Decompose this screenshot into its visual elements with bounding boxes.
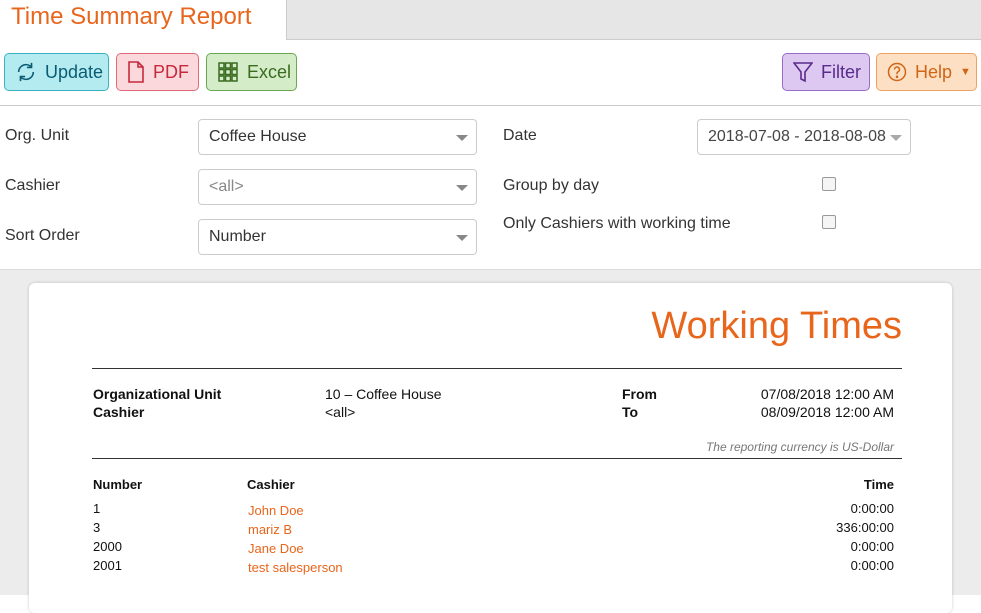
toolbar-divider [0, 105, 981, 106]
to-value: 08/09/2018 12:00 AM [760, 404, 894, 420]
column-header-cashier: Cashier [247, 477, 295, 492]
dropdown-arrow-icon [456, 185, 468, 191]
report-title: Working Times [651, 305, 902, 347]
refresh-icon [15, 61, 37, 83]
pdf-button[interactable]: PDF [116, 53, 199, 91]
org-unit-meta-label: Organizational Unit [93, 386, 222, 402]
date-label: Date [503, 127, 537, 144]
page-title: Time Summary Report [11, 3, 252, 30]
currency-note: The reporting currency is US-Dollar [705, 440, 894, 454]
org-unit-meta-value: 10 – Coffee House [325, 386, 442, 402]
row-number: 1 [93, 501, 101, 516]
document-icon [127, 61, 145, 83]
date-range-value: 2018-07-08 - 2018-08-08 [708, 128, 886, 145]
sort-order-value: Number [209, 228, 266, 245]
row-number: 2000 [93, 539, 122, 554]
sort-order-select[interactable]: Number [198, 219, 477, 255]
row-number: 2001 [93, 558, 122, 573]
row-time: 0:00:00 [850, 558, 894, 573]
cashier-meta-label: Cashier [93, 404, 145, 420]
group-by-day-checkbox[interactable] [822, 177, 836, 191]
caret-down-icon: ▼ [960, 66, 971, 78]
cashier-meta-value: <all> [325, 404, 356, 420]
table-rule [92, 458, 902, 459]
dropdown-arrow-icon [456, 135, 468, 141]
to-label: To [622, 404, 639, 420]
from-value: 07/08/2018 12:00 AM [760, 386, 894, 402]
question-icon [887, 62, 907, 82]
only-cashiers-label: Only Cashiers with working time [503, 215, 731, 232]
row-time: 0:00:00 [850, 501, 894, 516]
excel-button[interactable]: Excel [206, 53, 297, 91]
group-by-day-label: Group by day [503, 177, 600, 194]
help-button[interactable]: Help ▼ [876, 53, 977, 91]
org-unit-select[interactable]: Coffee House [198, 119, 477, 155]
tab-time-summary-report[interactable]: Time Summary Report [0, 0, 287, 40]
cashier-link[interactable]: Jane Doe [248, 541, 304, 556]
from-label: From [622, 386, 657, 402]
column-header-number: Number [93, 477, 143, 492]
update-label: Update [45, 61, 104, 82]
excel-label: Excel [247, 61, 292, 82]
row-time: 336:00:00 [836, 520, 894, 535]
pdf-label: PDF [153, 61, 189, 82]
cashier-label: Cashier [5, 177, 61, 194]
cashier-link[interactable]: test salesperson [248, 560, 343, 575]
cashier-value: <all> [209, 178, 244, 195]
cashier-link[interactable]: John Doe [248, 503, 304, 518]
cashier-select[interactable]: <all> [198, 169, 477, 205]
org-unit-label: Org. Unit [5, 127, 70, 144]
update-button[interactable]: Update [4, 53, 109, 91]
help-label: Help [915, 61, 953, 82]
grid-icon [217, 61, 239, 83]
dropdown-arrow-icon [890, 135, 902, 141]
column-header-time: Time [863, 477, 894, 492]
sort-order-label: Sort Order [5, 227, 80, 244]
org-unit-value: Coffee House [209, 128, 307, 145]
row-time: 0:00:00 [850, 539, 894, 554]
filter-icon [793, 61, 813, 83]
date-range-picker[interactable]: 2018-07-08 - 2018-08-08 [697, 119, 911, 155]
report-title-rule [92, 368, 902, 369]
row-number: 3 [93, 520, 101, 535]
cashier-link[interactable]: mariz B [248, 522, 292, 537]
filter-button[interactable]: Filter [782, 53, 870, 91]
only-cashiers-checkbox[interactable] [822, 215, 836, 229]
filter-label: Filter [821, 61, 861, 82]
dropdown-arrow-icon [456, 235, 468, 241]
